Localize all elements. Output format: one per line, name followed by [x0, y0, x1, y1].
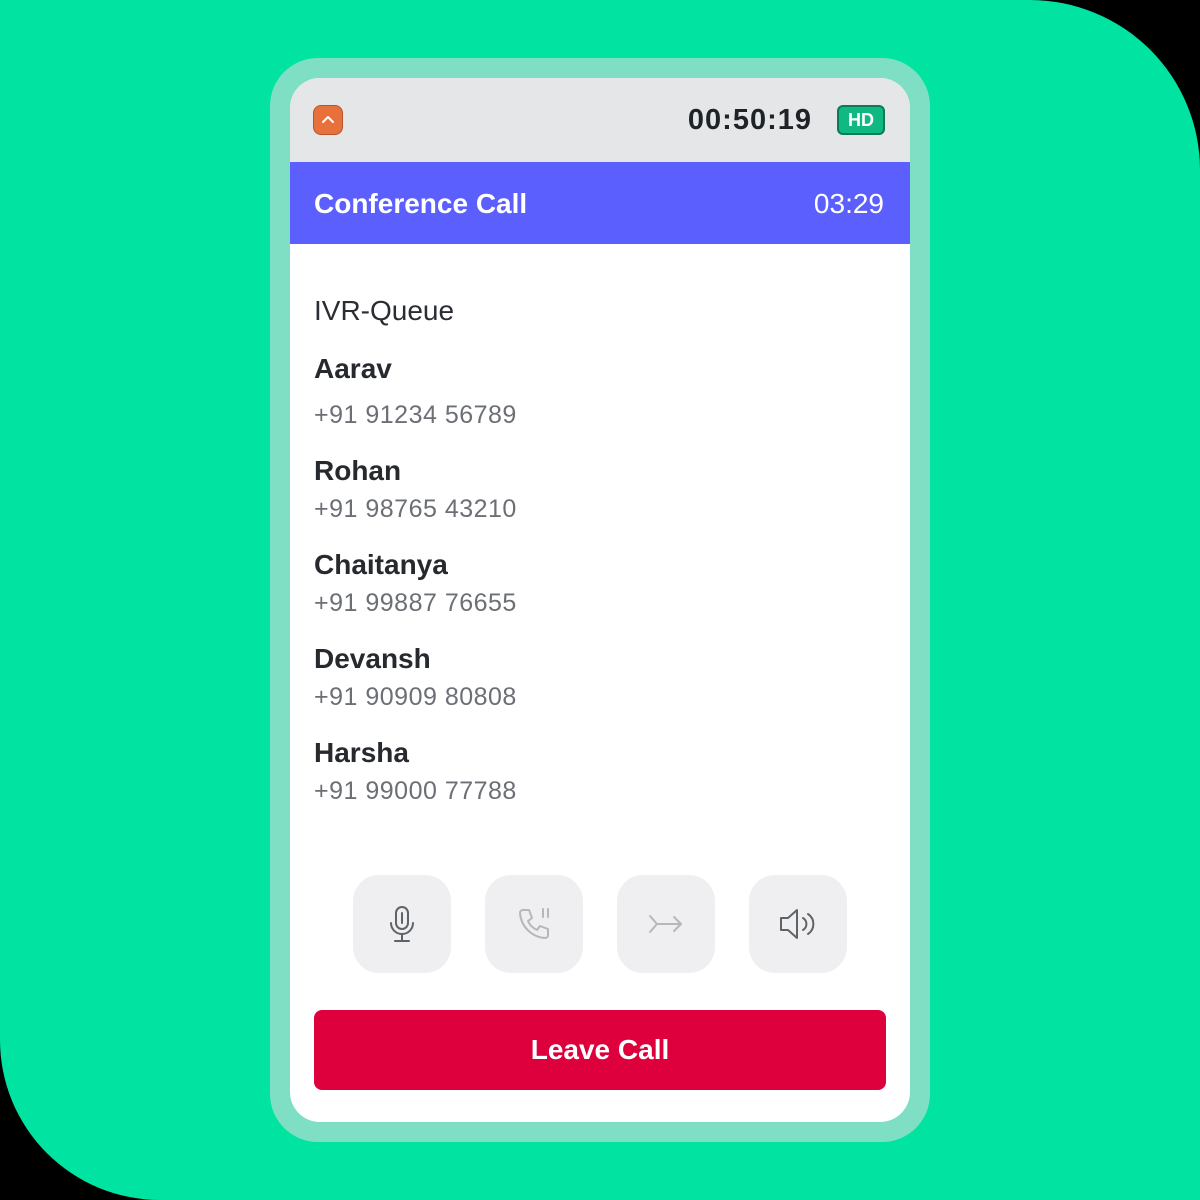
- participant-phone: +91 91234 56789: [314, 401, 517, 429]
- call-header: Conference Call 03:29: [290, 162, 910, 244]
- chevron-up-icon: [322, 116, 334, 123]
- screen: 00:50:19 HD Conference Call 03:29 IVR-Qu…: [0, 0, 1200, 1200]
- participant-name: Aarav: [314, 353, 392, 384]
- phone-hold-icon: [519, 908, 549, 939]
- call-controls: [353, 875, 847, 973]
- participant-name: Rohan: [314, 455, 402, 486]
- hold-button[interactable]: [485, 875, 583, 973]
- participant-name: Chaitanya: [314, 549, 448, 580]
- speaker-button[interactable]: [749, 875, 847, 973]
- participant-phone: +91 99000 77788: [314, 777, 517, 805]
- participant-name: Harsha: [314, 737, 409, 768]
- microphone-icon: [390, 906, 414, 942]
- leave-call-button[interactable]: Leave Call: [314, 1010, 886, 1090]
- participant-phone: +91 98765 43210: [314, 495, 517, 523]
- queue-label: IVR-Queue: [314, 295, 455, 326]
- call-title: Conference Call: [314, 188, 528, 219]
- session-timer: 00:50:19: [687, 104, 812, 136]
- call-widget: 00:50:19 HD Conference Call 03:29 IVR-Qu…: [290, 78, 910, 1122]
- call-duration: 03:29: [813, 188, 884, 219]
- hd-badge: HD: [837, 105, 885, 135]
- status-bar: 00:50:19 HD: [290, 78, 910, 162]
- participant-phone: +91 90909 80808: [314, 683, 517, 711]
- collapse-button[interactable]: [313, 105, 343, 135]
- transfer-icon: [649, 915, 682, 933]
- mute-button[interactable]: [353, 875, 451, 973]
- speaker-icon: [780, 909, 815, 939]
- transfer-button[interactable]: [617, 875, 715, 973]
- participant-name: Devansh: [314, 643, 431, 674]
- participant-phone: +91 99887 76655: [314, 589, 517, 617]
